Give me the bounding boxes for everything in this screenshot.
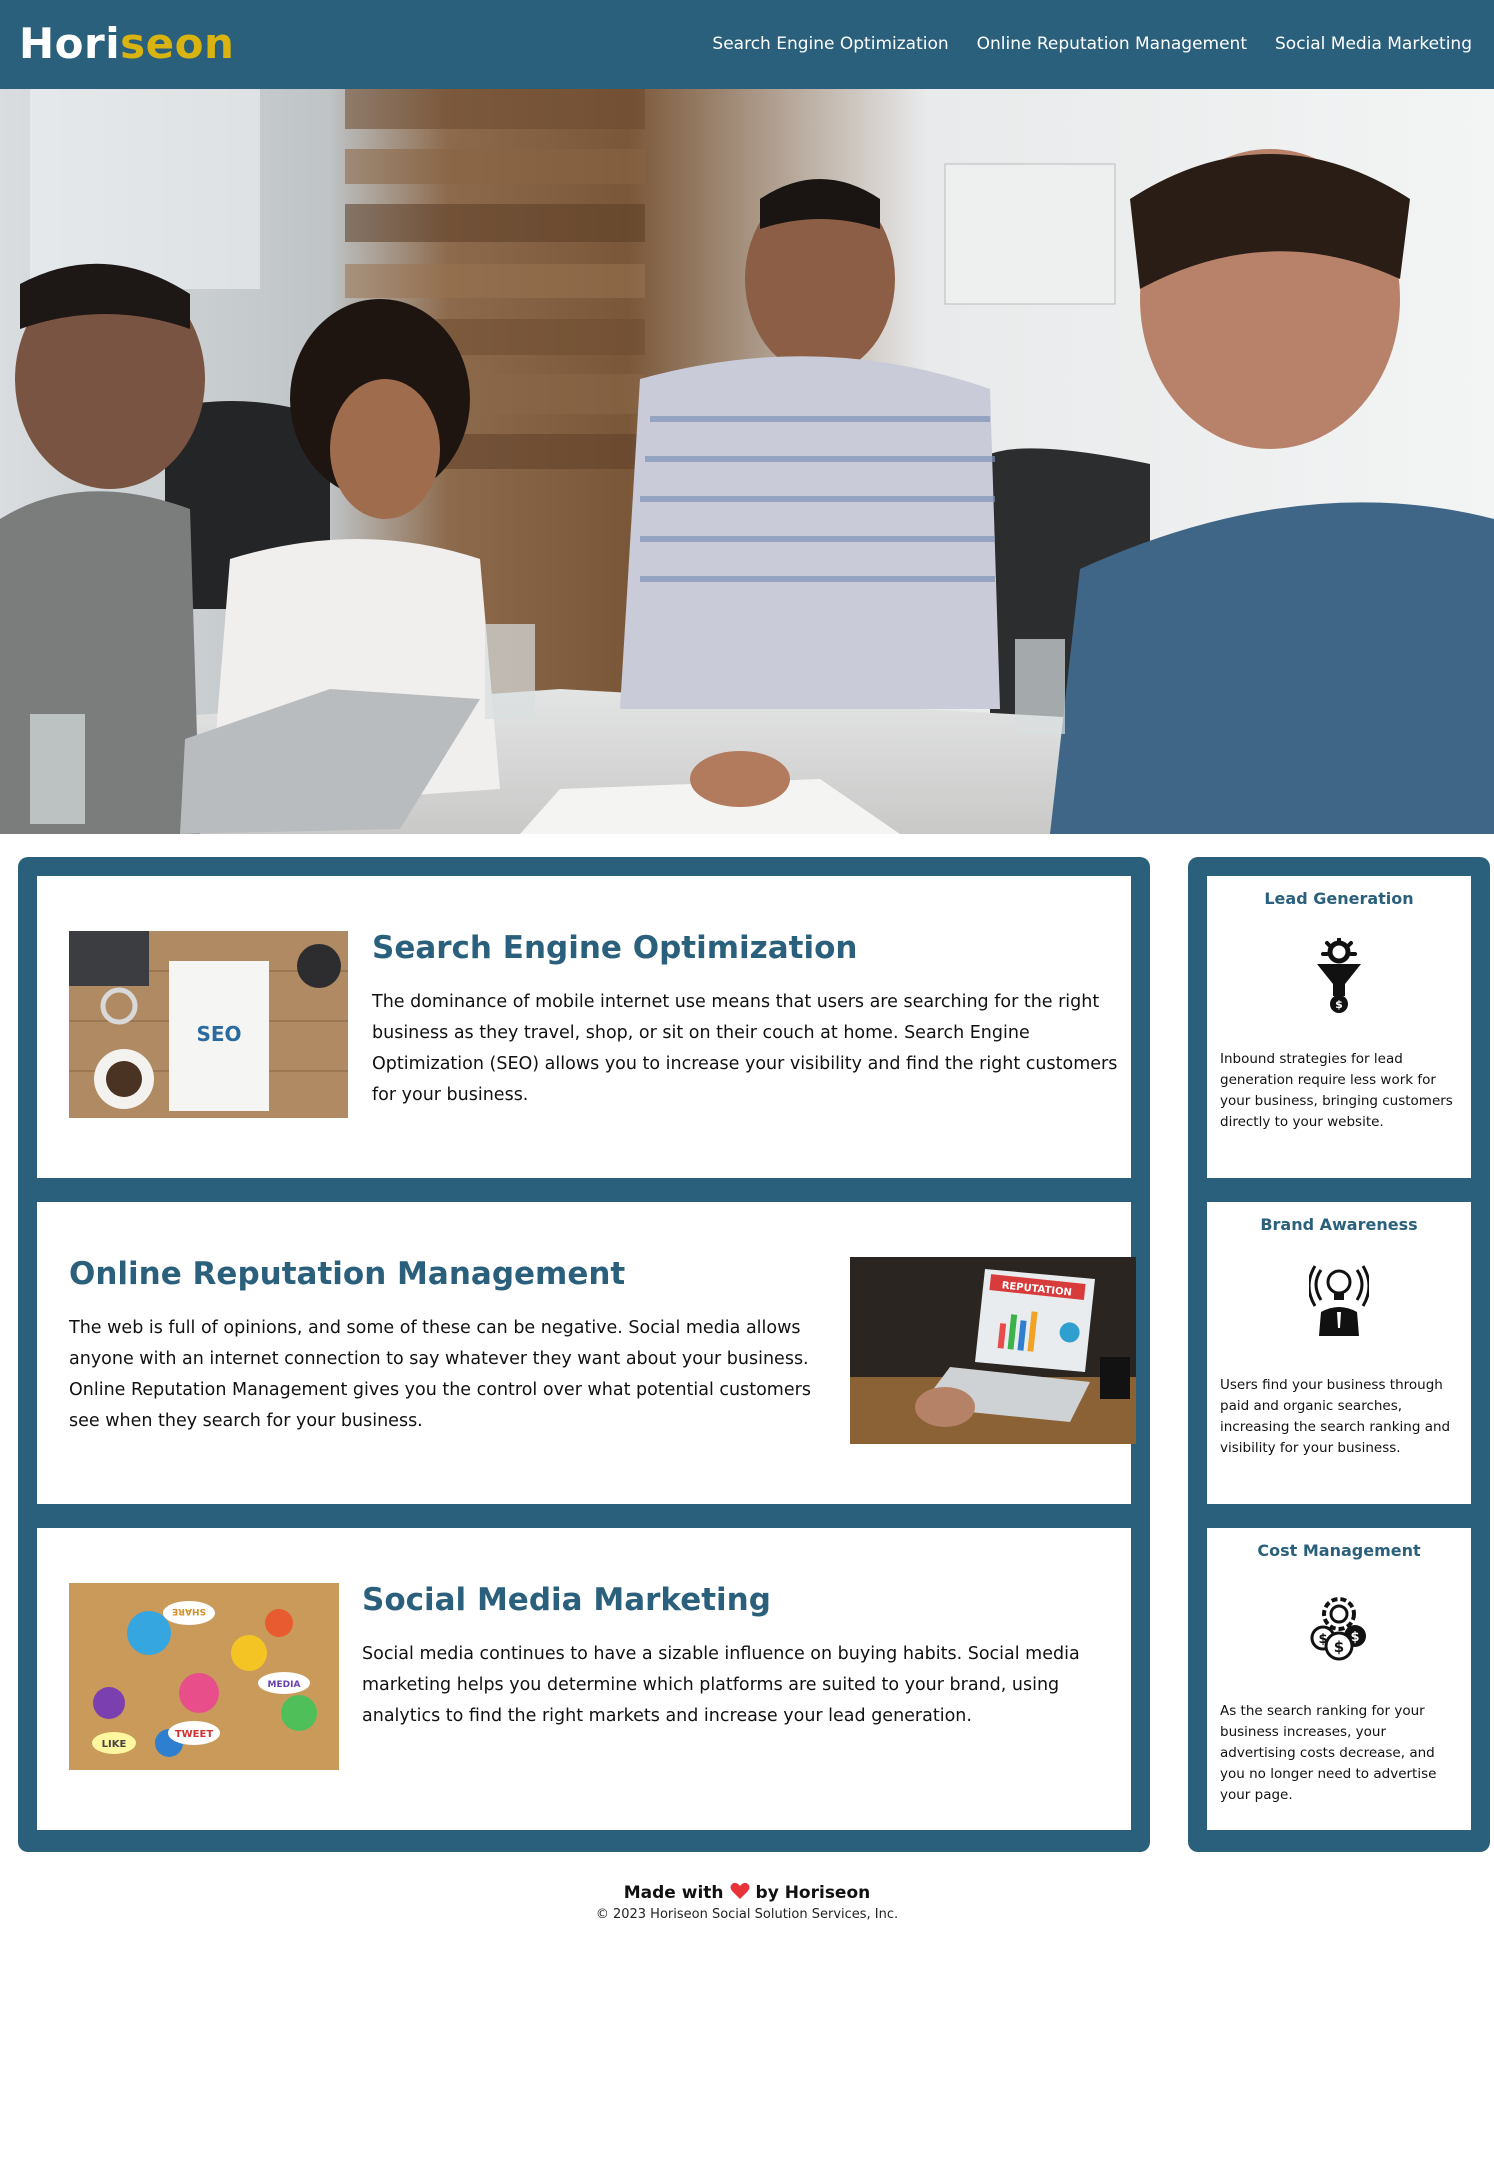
social-image-tweet-label: TWEET bbox=[175, 1729, 214, 1740]
logo-text-accent: seon bbox=[120, 19, 235, 68]
nav-link-search-engine-optimization[interactable]: Search Engine Optimization bbox=[712, 30, 948, 58]
footer-copyright: © 2023 Horiseon Social Solution Services… bbox=[595, 1907, 899, 1922]
benefit-cost-management: Cost Management $ $ $ As the search rank… bbox=[1207, 1528, 1471, 1830]
section-text-social-media: Social media continues to have a sizable… bbox=[362, 1644, 1080, 1726]
service-card-search-engine-optimization: SEO Search Engine Optimization The domin… bbox=[37, 876, 1131, 1178]
section-text-reputation: The web is full of opinions, and some of… bbox=[69, 1318, 811, 1431]
svg-text:$: $ bbox=[1335, 998, 1343, 1011]
section-title-reputation: Online Reputation Management bbox=[69, 1256, 626, 1292]
logo-text-main: Hori bbox=[19, 19, 121, 68]
reputation-image: REPUTATION bbox=[850, 1257, 1136, 1444]
benefit-lead-generation: Lead Generation $ Inbound strategies for… bbox=[1207, 876, 1471, 1178]
social-media-image: SHARE TWEET LIKE MEDIA bbox=[69, 1583, 339, 1770]
benefit-text-cost-management: As the search ranking for your business … bbox=[1220, 1703, 1437, 1803]
benefit-brand-awareness: Brand Awareness Users find your business… bbox=[1207, 1202, 1471, 1504]
section-title-seo: Search Engine Optimization bbox=[372, 930, 858, 966]
seo-image: SEO bbox=[69, 931, 348, 1118]
services-content: SEO Search Engine Optimization The domin… bbox=[18, 857, 1150, 1852]
site-logo[interactable]: Horiseon bbox=[19, 18, 234, 70]
benefit-text-lead-generation: Inbound strategies for lead generation r… bbox=[1220, 1051, 1453, 1130]
section-title-social-media: Social Media Marketing bbox=[362, 1582, 771, 1618]
service-card-online-reputation-management: Online Reputation Management The web is … bbox=[37, 1202, 1136, 1504]
main-navigation: Search Engine Optimization Online Reputa… bbox=[712, 30, 1472, 58]
section-text-seo: The dominance of mobile internet use mea… bbox=[372, 992, 1118, 1105]
social-media-collage-illustration: SHARE TWEET LIKE MEDIA bbox=[69, 1583, 339, 1770]
footer-made-prefix: Made with bbox=[623, 1883, 724, 1903]
benefit-text-brand-awareness: Users find your business through paid an… bbox=[1220, 1377, 1451, 1456]
service-card-social-media-marketing: SHARE TWEET LIKE MEDIA Social Media Mark… bbox=[37, 1528, 1131, 1830]
benefit-title-brand-awareness: Brand Awareness bbox=[1260, 1215, 1418, 1234]
social-image-share-label: SHARE bbox=[172, 1606, 206, 1616]
cost-management-gear-coins-icon: $ $ $ bbox=[1310, 1597, 1366, 1661]
social-image-media-label: MEDIA bbox=[268, 1680, 301, 1690]
site-header: Horiseon Search Engine Optimization Onli… bbox=[0, 0, 1494, 89]
nav-link-social-media-marketing[interactable]: Social Media Marketing bbox=[1275, 30, 1472, 58]
benefit-title-cost-management: Cost Management bbox=[1257, 1541, 1421, 1560]
footer-made-with: Made with by Horiseon bbox=[0, 1880, 1494, 1906]
hero-photo-team-meeting bbox=[0, 89, 1494, 834]
nav-link-online-reputation-management[interactable]: Online Reputation Management bbox=[977, 30, 1247, 58]
benefits-sidebar: Lead Generation $ Inbound strategies for… bbox=[1188, 857, 1490, 1852]
footer-made-suffix: by Horiseon bbox=[755, 1883, 871, 1903]
seo-image-label: SEO bbox=[196, 1022, 241, 1046]
seo-notebook-illustration: SEO bbox=[69, 931, 348, 1118]
heart-icon bbox=[730, 1882, 750, 1899]
hero-image bbox=[0, 89, 1494, 834]
site-footer: Made with by Horiseon © 2023 Horiseon Soc… bbox=[0, 1880, 1494, 1924]
lead-generation-funnel-icon: $ bbox=[1317, 938, 1361, 1013]
benefit-title-lead-generation: Lead Generation bbox=[1264, 889, 1414, 908]
brand-awareness-lightbulb-person-icon bbox=[1309, 1265, 1369, 1336]
svg-text:$: $ bbox=[1334, 1638, 1344, 1656]
reputation-laptop-illustration: REPUTATION bbox=[850, 1257, 1136, 1444]
social-image-like-label: LIKE bbox=[102, 1739, 127, 1750]
